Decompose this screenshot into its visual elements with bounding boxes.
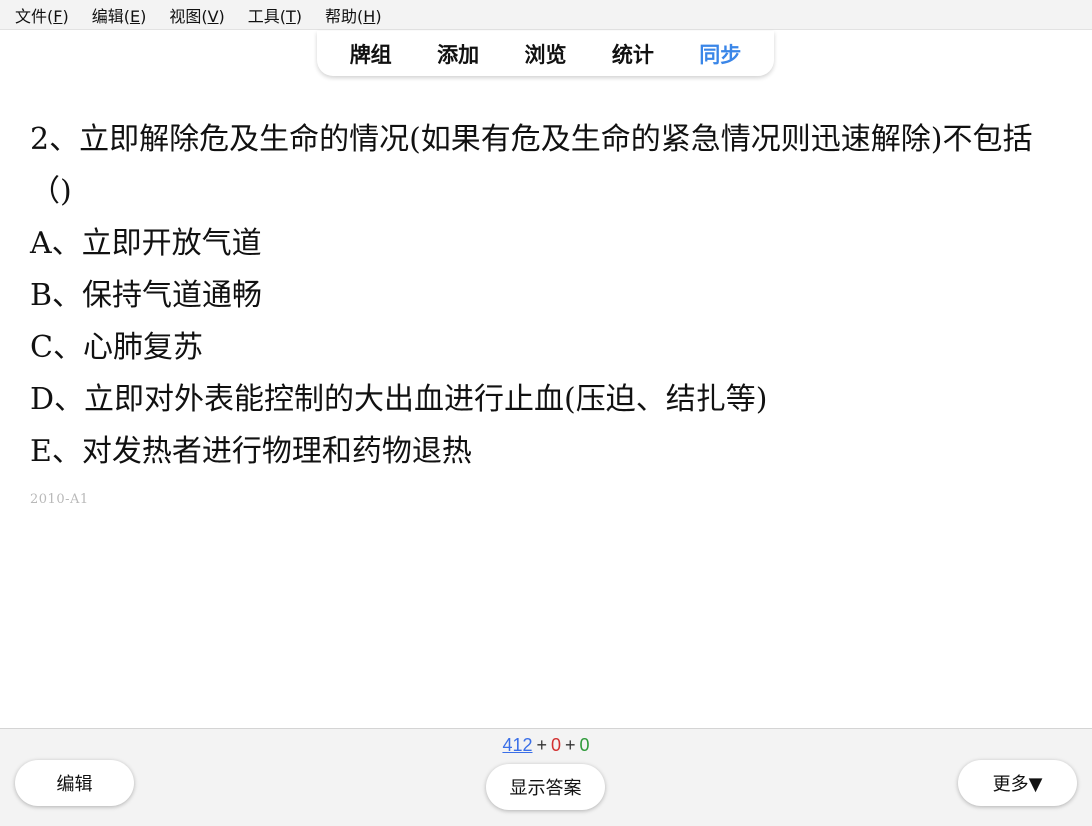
more-button[interactable]: 更多▼ [958,760,1077,806]
edit-button[interactable]: 编辑 [15,760,134,806]
toolbar-add[interactable]: 添加 [437,39,479,69]
option-e: E、对发热者进行物理和药物退热 [30,434,472,469]
option-d: D、立即对外表能控制的大出血进行止血(压迫、结扎等) [30,382,768,417]
toolbar-stats[interactable]: 统计 [612,39,654,69]
show-answer-button[interactable]: 显示答案 [486,764,605,810]
menu-bar: 文件(F) 编辑(E) 视图(V) 工具(T) 帮助(H) [0,0,1092,30]
card-content: 2、立即解除危及生命的情况(如果有危及生命的紧急情况则迅速解除)不包括（) A、… [30,114,1060,507]
card-tag: 2010-A1 [30,492,89,507]
due-counts: 412 +0 +0 [0,735,1092,756]
toolbar-sync[interactable]: 同步 [699,39,741,69]
plus-sign: + [536,735,547,755]
menu-help[interactable]: 帮助(H) [325,3,382,27]
menu-edit[interactable]: 编辑(E) [92,3,147,27]
option-a: A、立即开放气道 [30,226,262,261]
menu-file[interactable]: 文件(F) [15,3,69,27]
count-review: 0 [579,735,590,755]
count-learn: 0 [551,735,562,755]
plus-sign: + [565,735,576,755]
option-b: B、保持气道通畅 [30,278,263,313]
bottom-bar: 412 +0 +0 编辑 显示答案 更多▼ [0,728,1092,826]
question-text: 2、立即解除危及生命的情况(如果有危及生命的紧急情况则迅速解除)不包括（) [30,122,1033,209]
menu-tools[interactable]: 工具(T) [248,3,302,27]
top-toolbar: 牌组 添加 浏览 统计 同步 [317,31,774,76]
count-new[interactable]: 412 [502,735,532,755]
menu-view[interactable]: 视图(V) [169,3,224,27]
toolbar-browse[interactable]: 浏览 [524,39,566,69]
toolbar-decks[interactable]: 牌组 [350,39,392,69]
option-c: C、心肺复苏 [30,330,203,365]
